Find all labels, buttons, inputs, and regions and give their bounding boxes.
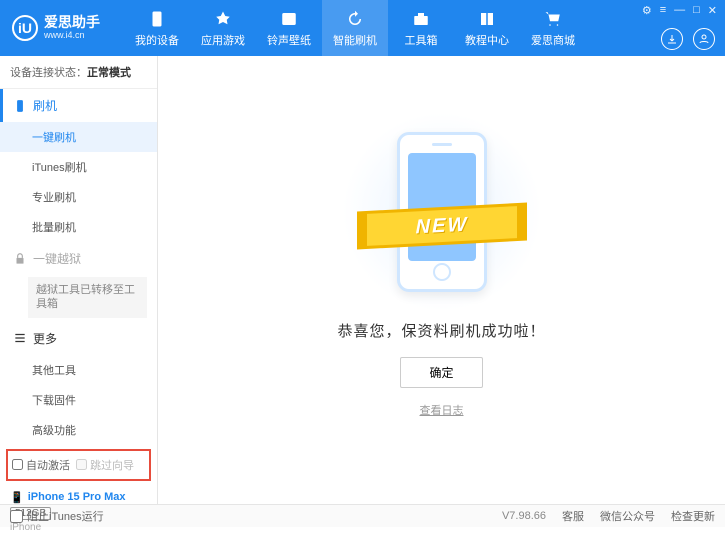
- version-label: V7.98.66: [502, 510, 546, 522]
- sub-pro-flash[interactable]: 专业刷机: [0, 182, 157, 212]
- phone-icon: [147, 9, 167, 29]
- sidebar: 设备连接状态：正常模式 刷机 一键刷机 iTunes刷机 专业刷机 批量刷机 一…: [0, 56, 158, 504]
- phone-sync-icon: [13, 99, 27, 113]
- menu-icon[interactable]: ≡: [660, 4, 666, 17]
- list-icon: [13, 331, 27, 345]
- sub-other-tools[interactable]: 其他工具: [0, 355, 157, 385]
- user-button[interactable]: [693, 28, 715, 50]
- chk-skip-guide[interactable]: 跳过向导: [76, 457, 134, 473]
- app-title: 爱思助手: [44, 15, 100, 30]
- device-icon: 📱: [10, 491, 24, 504]
- jailbreak-note: 越狱工具已转移至工具箱: [28, 277, 147, 318]
- app-icon: [213, 9, 233, 29]
- view-log-link[interactable]: 查看日志: [420, 402, 464, 418]
- success-message: 恭喜您，保资料刷机成功啦！: [337, 320, 545, 341]
- sub-one-click-flash[interactable]: 一键刷机: [0, 122, 157, 152]
- lock-icon: [13, 252, 27, 266]
- nav-store[interactable]: 爱思商城: [520, 0, 586, 56]
- picture-icon: [279, 9, 299, 29]
- refresh-icon: [345, 9, 365, 29]
- cat-jailbreak: 一键越狱: [0, 242, 157, 275]
- sub-advanced[interactable]: 高级功能: [0, 415, 157, 445]
- close-button[interactable]: ✕: [708, 4, 717, 17]
- options-highlight: 自动激活 跳过向导: [6, 449, 151, 481]
- ok-button[interactable]: 确定: [400, 357, 482, 388]
- logo-icon: iU: [12, 15, 38, 41]
- sub-batch-flash[interactable]: 批量刷机: [0, 212, 157, 242]
- logo: iU 爱思助手 www.i4.cn: [8, 15, 108, 41]
- toolbox-icon: [411, 9, 431, 29]
- nav-toolbox[interactable]: 工具箱: [388, 0, 454, 56]
- cart-icon: [543, 9, 563, 29]
- chk-block-itunes[interactable]: 阻止iTunes运行: [10, 508, 104, 524]
- book-icon: [477, 9, 497, 29]
- nav-ringtones[interactable]: 铃声壁纸: [256, 0, 322, 56]
- nav-flash[interactable]: 智能刷机: [322, 0, 388, 56]
- cat-flash[interactable]: 刷机: [0, 89, 157, 122]
- minimize-button[interactable]: —: [674, 4, 685, 17]
- main-content: NEW 恭喜您，保资料刷机成功啦！ 确定 查看日志: [158, 56, 725, 504]
- window-controls: ⚙ ≡ — □ ✕: [642, 4, 717, 17]
- app-url: www.i4.cn: [44, 31, 100, 41]
- sub-download-firmware[interactable]: 下载固件: [0, 385, 157, 415]
- connection-status: 设备连接状态：正常模式: [0, 56, 157, 89]
- support-link[interactable]: 客服: [562, 508, 584, 524]
- maximize-button[interactable]: □: [693, 4, 700, 17]
- chk-auto-activate[interactable]: 自动激活: [12, 457, 70, 473]
- sub-itunes-flash[interactable]: iTunes刷机: [0, 152, 157, 182]
- nav-tutorials[interactable]: 教程中心: [454, 0, 520, 56]
- check-update-link[interactable]: 检查更新: [671, 508, 715, 524]
- nav-apps[interactable]: 应用游戏: [190, 0, 256, 56]
- app-header: iU 爱思助手 www.i4.cn 我的设备 应用游戏 铃声壁纸 智能刷机 工具…: [0, 0, 725, 56]
- settings-icon[interactable]: ⚙: [642, 4, 652, 17]
- download-button[interactable]: [661, 28, 683, 50]
- main-nav: 我的设备 应用游戏 铃声壁纸 智能刷机 工具箱 教程中心 爱思商城: [124, 0, 586, 56]
- wechat-link[interactable]: 微信公众号: [600, 508, 655, 524]
- cat-more[interactable]: 更多: [0, 322, 157, 355]
- nav-my-device[interactable]: 我的设备: [124, 0, 190, 56]
- success-illustration: NEW: [372, 122, 512, 302]
